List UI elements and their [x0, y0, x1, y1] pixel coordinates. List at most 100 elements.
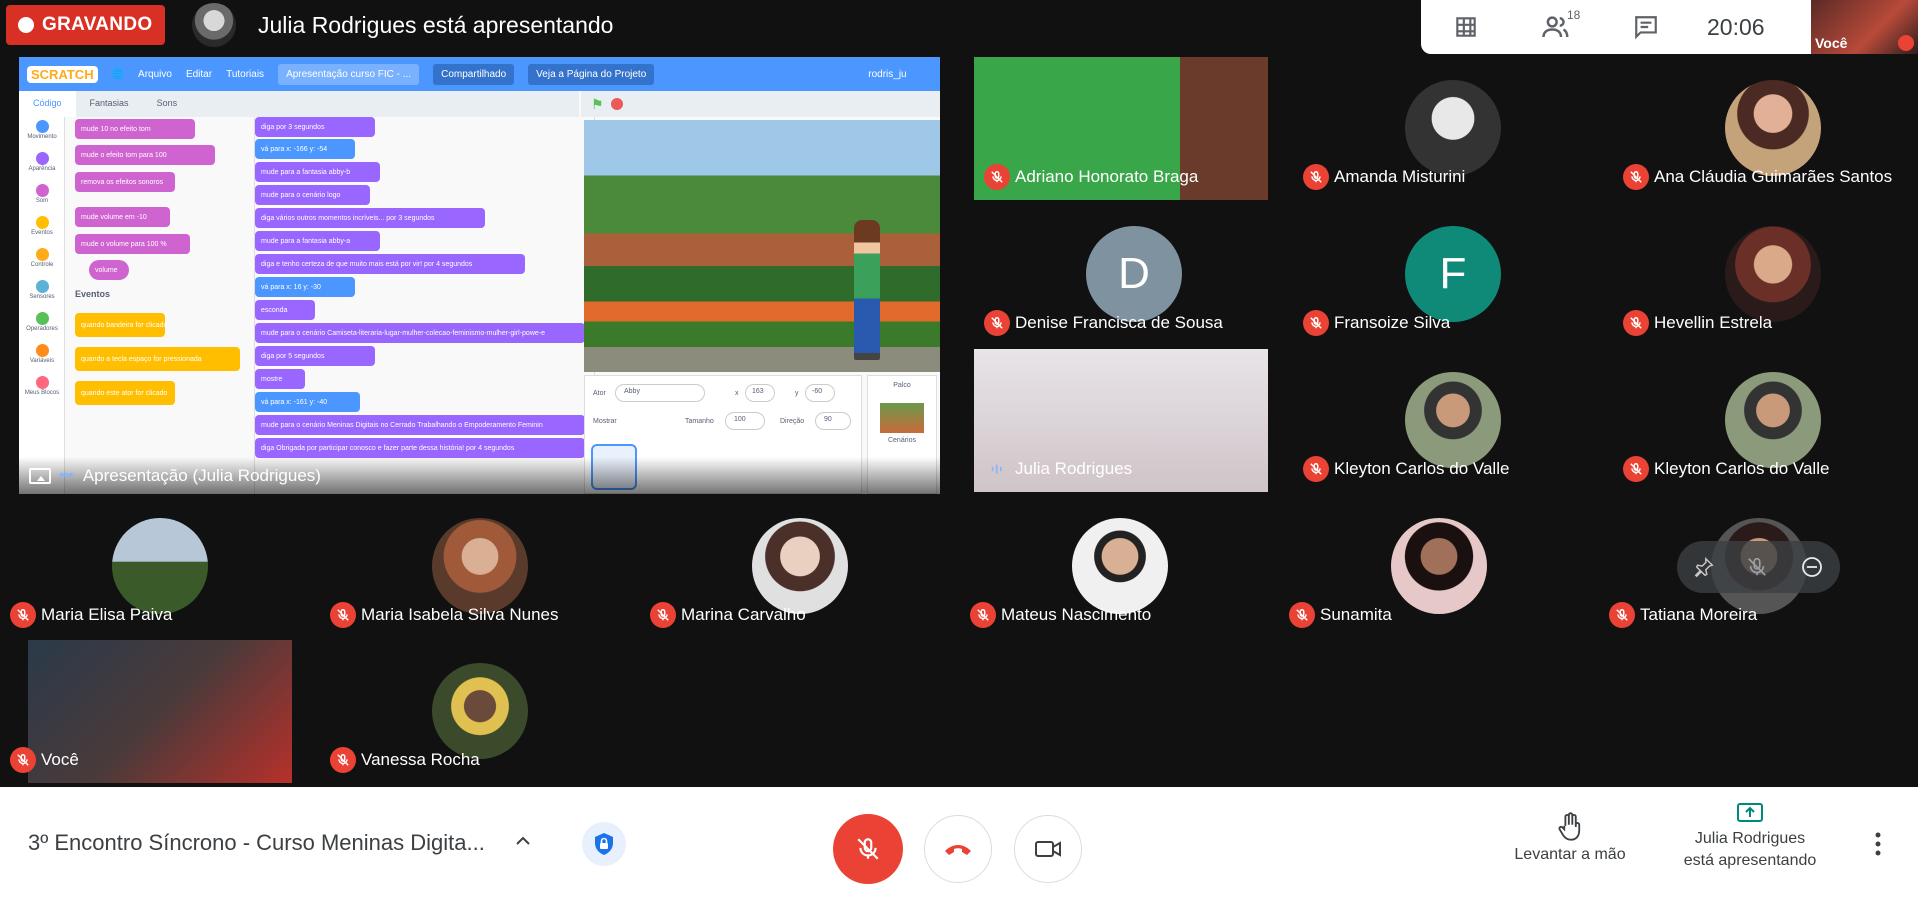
participant-name: Hevellin Estrela [1654, 313, 1773, 332]
presenting-status-button[interactable]: Julia Rodrigues está apresentando [1655, 802, 1845, 872]
mic-off-icon [977, 609, 989, 621]
palette-block: mude 10 no efeito tom [75, 119, 195, 139]
scratch-logo: SCRATCH [27, 65, 98, 83]
category-item: Aparência [19, 149, 65, 181]
participant-avatar [1725, 80, 1821, 176]
script-block: diga Obrigada por participar conosco e f… [255, 438, 585, 458]
mute-mic-icon[interactable] [1746, 556, 1768, 578]
self-view-thumbnail[interactable]: Você [1811, 0, 1918, 54]
presentation-tile[interactable]: SCRATCH 🌐 Arquivo Editar Tutoriais Apres… [19, 57, 940, 494]
muted-indicator [330, 747, 356, 773]
clock: 20:06 [1707, 13, 1765, 40]
category-item: Variáveis [19, 341, 65, 373]
category-item: Operadores [19, 309, 65, 341]
muted-indicator [1623, 456, 1649, 482]
mic-off-icon [1616, 609, 1628, 621]
participant-name: Vanessa Rocha [361, 750, 480, 769]
mic-off-icon [337, 754, 349, 766]
participant-avatar [432, 663, 528, 759]
participant-name: Sunamita [1320, 605, 1392, 624]
participant-name: Tatiana Moreira [1640, 605, 1758, 624]
chevron-up-icon[interactable] [515, 833, 531, 849]
muted-indicator [984, 164, 1010, 190]
participant-tile[interactable]: Você [0, 640, 320, 783]
participant-tile[interactable]: Mateus Nascimento [960, 495, 1280, 638]
presentation-label: Apresentação (Julia Rodrigues) [82, 465, 321, 485]
tab-codigo: Código [19, 91, 76, 117]
sprite-label: Ator [593, 390, 606, 397]
meeting-title[interactable]: 3º Encontro Síncrono - Curso Meninas Dig… [28, 830, 485, 856]
participant-tile[interactable]: Marina Carvalho [640, 495, 960, 638]
script-block: diga por 5 segundos [255, 346, 375, 366]
mute-mic-button[interactable] [833, 814, 903, 884]
raise-hand-label: Levantar a mão [1514, 846, 1626, 863]
remove-icon[interactable] [1800, 555, 1824, 579]
muted-indicator [1609, 602, 1635, 628]
mic-off-icon [17, 754, 29, 766]
pin-icon[interactable] [1693, 556, 1715, 578]
top-right-panel: 18 20:06 [1421, 0, 1811, 54]
participant-tile[interactable]: Maria Isabela Silva Nunes [320, 495, 640, 638]
muted-indicator [1303, 310, 1329, 336]
tab-fantasias: Fantasias [89, 98, 129, 108]
recording-badge: GRAVANDO [6, 5, 165, 45]
muted-indicator [1303, 164, 1329, 190]
sprite-name-field: Abby [615, 384, 705, 402]
participant-tile[interactable]: D Denise Francisca de Sousa [974, 203, 1294, 346]
direction-label: Direção [780, 418, 805, 425]
category-item: Meus Blocos [19, 373, 65, 405]
muted-mic-icon [1898, 35, 1914, 51]
muted-indicator [1623, 164, 1649, 190]
participant-tile[interactable]: F Fransoize Silva [1293, 203, 1613, 346]
category-item: Som [19, 181, 65, 213]
palette-block: quando este ator for clicado [75, 381, 175, 405]
participant-avatar [1725, 226, 1821, 322]
participant-name: Denise Francisca de Sousa [1015, 313, 1223, 332]
more-options-icon[interactable] [1872, 830, 1884, 858]
participant-tile[interactable]: Adriano Honorato Braga [974, 57, 1294, 200]
participant-avatar [112, 518, 208, 614]
speaking-icon [991, 464, 1002, 474]
participant-tile[interactable]: Kleyton Carlos do Valle [1613, 349, 1918, 492]
participant-tile[interactable]: Sunamita [1279, 495, 1599, 638]
camera-button[interactable] [1014, 815, 1082, 883]
presentation-label-bar: ••• Apresentação (Julia Rodrigues) [19, 457, 940, 494]
tab-sons: Sons [156, 98, 178, 108]
participant-tile[interactable]: Kleyton Carlos do Valle [1293, 349, 1613, 492]
script-block: mude para o cenário Camiseta-literaria-l… [255, 323, 585, 343]
participant-tile[interactable]: Julia Rodrigues [974, 349, 1294, 492]
participant-tile[interactable]: Maria Elisa Paiva [0, 495, 320, 638]
chat-button[interactable] [1601, 14, 1691, 40]
participants-button[interactable]: 18 [1511, 8, 1601, 40]
hang-up-button[interactable] [924, 815, 992, 883]
script-block: esconda [255, 300, 315, 320]
category-item: Controle [19, 245, 65, 277]
participant-name: Fransoize Silva [1334, 313, 1451, 332]
backdrops-label: Cenários [887, 437, 916, 444]
stage-header: ⚑ [581, 91, 940, 117]
muted-indicator [330, 602, 356, 628]
participant-name: Maria Elisa Paiva [41, 605, 173, 624]
host-controls-button[interactable] [582, 822, 626, 866]
mic-off-icon [991, 171, 1003, 183]
mic-off-icon [991, 317, 1003, 329]
green-flag-icon: ⚑ [591, 96, 604, 112]
presenter-title: Julia Rodrigues está apresentando [258, 12, 614, 38]
participant-name: Kleyton Carlos do Valle [1334, 459, 1510, 478]
mic-off-icon [857, 838, 879, 860]
participant-tile[interactable]: Amanda Misturini [1293, 57, 1613, 200]
project-page-button: Veja a Página do Projeto [528, 63, 655, 85]
show-label: Mostrar [593, 418, 617, 425]
participant-avatar [752, 518, 848, 614]
participant-tile[interactable]: Hevellin Estrela [1613, 203, 1918, 346]
audio-dots-icon: ••• [59, 466, 74, 484]
raise-hand-button[interactable]: Levantar a mão [1500, 812, 1640, 864]
category-column: Movimento Aparência Som Eventos Controle… [19, 117, 65, 494]
participant-initial-avatar: D [1086, 226, 1182, 322]
layout-grid-button[interactable] [1421, 14, 1511, 40]
participant-avatar [1725, 372, 1821, 468]
participant-tile[interactable]: Vanessa Rocha [320, 640, 640, 783]
participant-tile[interactable]: Ana Cláudia Guimarães Santos [1613, 57, 1918, 200]
participant-avatar [1391, 518, 1487, 614]
script-block: vá para x: -161 y: -40 [255, 392, 360, 412]
